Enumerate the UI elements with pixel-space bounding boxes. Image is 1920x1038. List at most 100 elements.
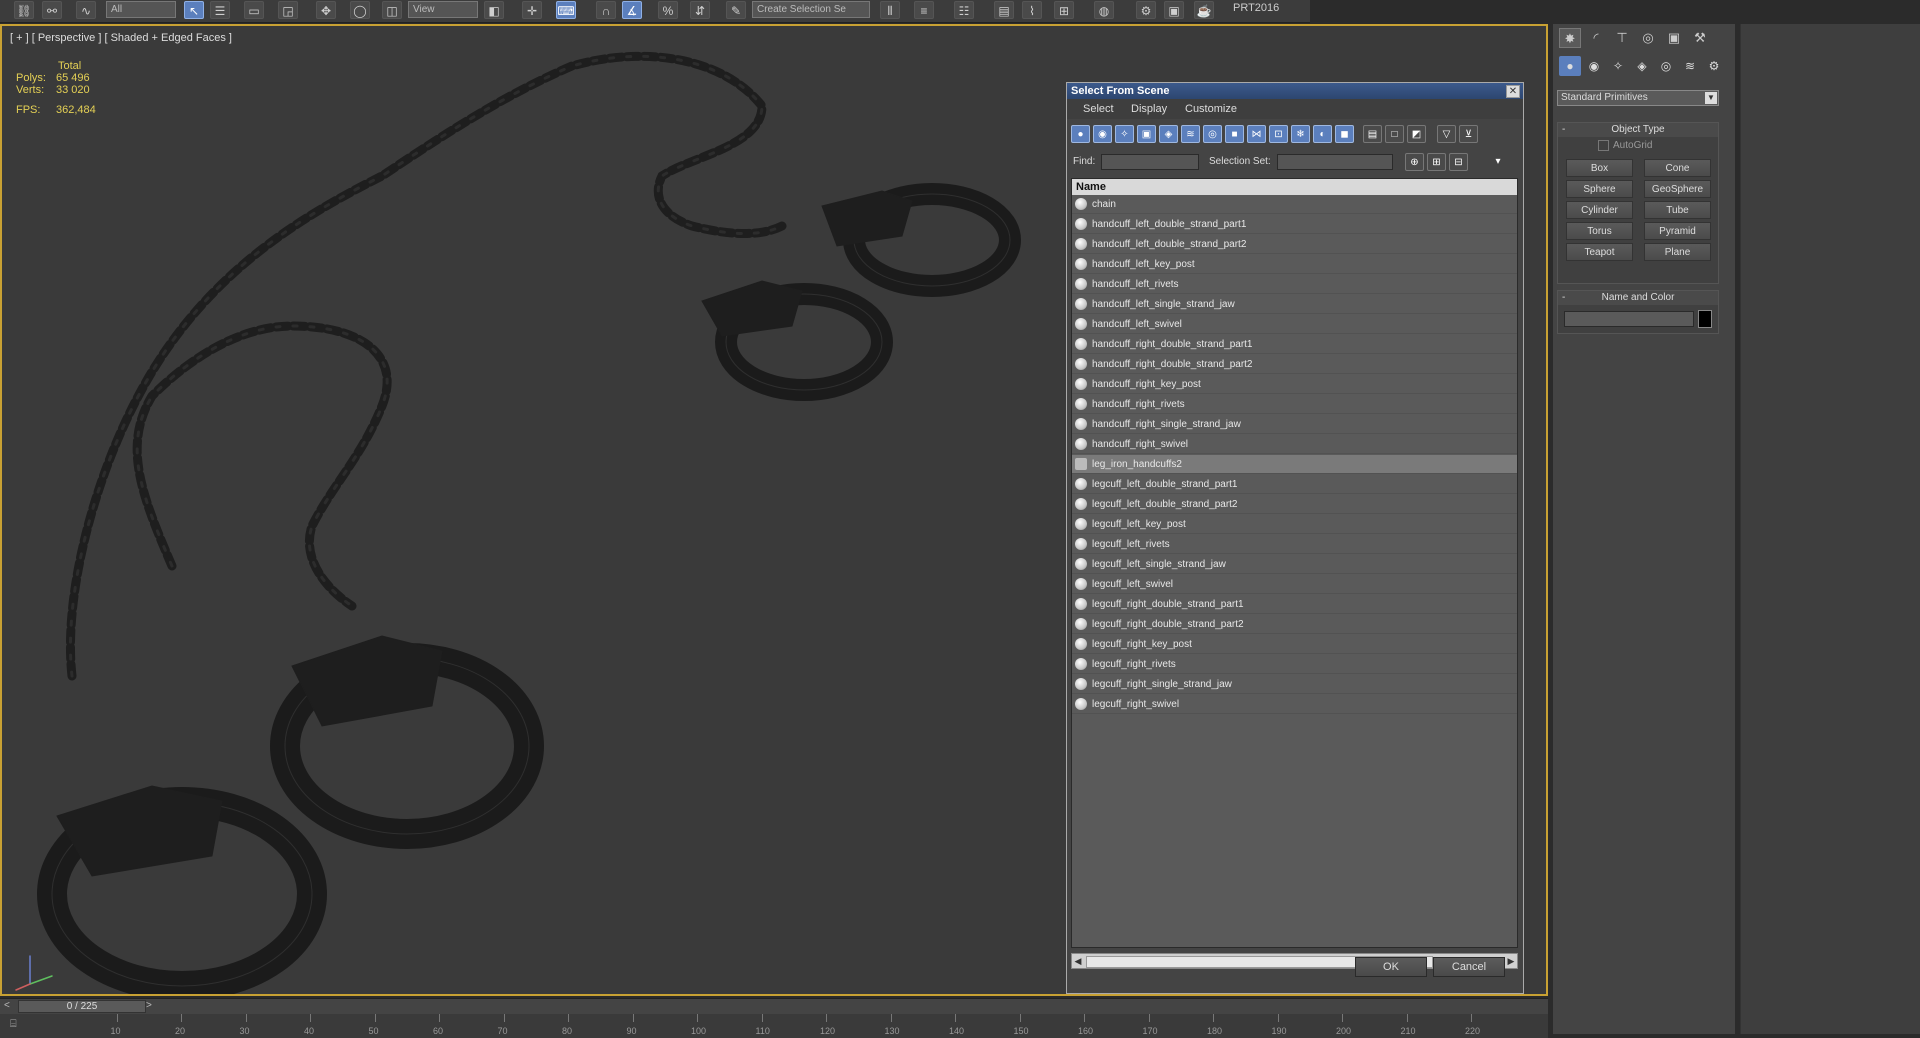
time-slider-thumb[interactable]: 0 / 225 [18, 1000, 146, 1013]
list-item[interactable]: legcuff_left_rivets [1072, 535, 1517, 554]
shapes-category-icon[interactable]: ◉ [1583, 56, 1605, 76]
utilities-tab-icon[interactable]: ⚒ [1689, 28, 1711, 48]
unlink-icon[interactable]: ⚯ [42, 1, 62, 19]
cylinder-button[interactable]: Cylinder [1566, 201, 1633, 219]
display-bones-icon[interactable]: ⋈ [1247, 125, 1266, 143]
plane-button[interactable]: Plane [1644, 243, 1711, 261]
render-setup-icon[interactable]: ⚙ [1136, 1, 1156, 19]
autogrid-checkbox[interactable]: AutoGrid [1598, 140, 1652, 151]
material-editor-icon[interactable]: ◍ [1094, 1, 1114, 19]
remove-from-selection-set-icon[interactable]: ⊟ [1449, 153, 1468, 171]
percent-snap-icon[interactable]: % [658, 1, 678, 19]
render-production-icon[interactable]: ☕ [1194, 1, 1214, 19]
list-item[interactable]: legcuff_right_double_strand_part1 [1072, 595, 1517, 614]
rotate-icon[interactable]: ◯ [350, 1, 370, 19]
window-crossing-icon[interactable]: ◲ [278, 1, 298, 19]
snaps-toggle-icon[interactable]: ∩ [596, 1, 616, 19]
select-manipulate-icon[interactable]: ✛ [522, 1, 542, 19]
display-all-icon[interactable]: ◼ [1335, 125, 1354, 143]
list-item[interactable]: chain [1072, 195, 1517, 214]
tube-button[interactable]: Tube [1644, 201, 1711, 219]
modify-tab-icon[interactable]: ◜ [1585, 28, 1607, 48]
perspective-viewport[interactable]: [ + ] [ Perspective ] [ Shaded + Edged F… [0, 24, 1548, 996]
display-lights-icon[interactable]: ✧ [1115, 125, 1134, 143]
create-tab-icon[interactable]: ✸ [1559, 28, 1581, 48]
filter-options-icon[interactable]: ⊻ [1459, 125, 1478, 143]
list-header-name[interactable]: Name [1072, 179, 1517, 195]
display-cameras-icon[interactable]: ▣ [1137, 125, 1156, 143]
spinner-snap-icon[interactable]: ⇵ [690, 1, 710, 19]
rect-region-icon[interactable]: ▭ [244, 1, 264, 19]
schematic-view-icon[interactable]: ⊞ [1054, 1, 1074, 19]
geosphere-button[interactable]: GeoSphere [1644, 180, 1711, 198]
list-item[interactable]: handcuff_left_double_strand_part2 [1072, 235, 1517, 254]
display-xrefs-icon[interactable]: ■ [1225, 125, 1244, 143]
select-link-icon[interactable]: ⛓ [14, 1, 34, 19]
list-item[interactable]: handcuff_right_key_post [1072, 375, 1517, 394]
list-item[interactable]: legcuff_left_double_strand_part1 [1072, 475, 1517, 494]
teapot-button[interactable]: Teapot [1566, 243, 1633, 261]
chevron-down-icon[interactable]: ▼ [1705, 92, 1717, 104]
motion-tab-icon[interactable]: ◎ [1637, 28, 1659, 48]
spacewarps-category-icon[interactable]: ≋ [1679, 56, 1701, 76]
list-item[interactable]: legcuff_left_single_strand_jaw [1072, 555, 1517, 574]
box-button[interactable]: Box [1566, 159, 1633, 177]
list-item[interactable]: handcuff_right_single_strand_jaw [1072, 415, 1517, 434]
angle-snap-icon[interactable]: ∡ [622, 1, 642, 19]
list-item[interactable]: handcuff_right_rivets [1072, 395, 1517, 414]
keyboard-shortcut-override-icon[interactable]: ⌨ [556, 1, 576, 19]
list-item[interactable]: handcuff_right_swivel [1072, 435, 1517, 454]
select-all-icon[interactable]: ▤ [1363, 125, 1382, 143]
list-item[interactable]: legcuff_right_single_strand_jaw [1072, 675, 1517, 694]
list-item[interactable]: handcuff_left_key_post [1072, 255, 1517, 274]
scale-icon[interactable]: ◫ [382, 1, 402, 19]
list-item[interactable]: handcuff_right_double_strand_part1 [1072, 335, 1517, 354]
geometry-category-icon[interactable]: ● [1559, 56, 1581, 76]
ok-button[interactable]: OK [1355, 957, 1427, 977]
display-spacewarps-icon[interactable]: ≋ [1181, 125, 1200, 143]
list-item[interactable]: handcuff_left_swivel [1072, 315, 1517, 334]
scroll-right-icon[interactable]: ▶ [1505, 954, 1517, 968]
edit-named-selection-icon[interactable]: ✎ [726, 1, 746, 19]
mirror-icon[interactable]: ⫴ [880, 1, 900, 19]
menu-select[interactable]: Select [1083, 103, 1114, 115]
filter-icon[interactable]: ▽ [1437, 125, 1456, 143]
list-item[interactable]: handcuff_left_rivets [1072, 275, 1517, 294]
list-item[interactable]: legcuff_right_swivel [1072, 695, 1517, 714]
list-item[interactable]: legcuff_right_key_post [1072, 635, 1517, 654]
list-item[interactable]: handcuff_left_double_strand_part1 [1072, 215, 1517, 234]
list-item[interactable]: handcuff_left_single_strand_jaw [1072, 295, 1517, 314]
list-item[interactable]: legcuff_right_double_strand_part2 [1072, 615, 1517, 634]
checkbox-icon[interactable] [1598, 140, 1609, 151]
track-bar[interactable]: ⌸ 10 20 30 40 50 60 70 80 90 100 110 120 130 140 150 16… [0, 1014, 1548, 1038]
display-tab-icon[interactable]: ▣ [1663, 28, 1685, 48]
select-object-icon[interactable]: ↖ [184, 1, 204, 19]
curve-editor-icon[interactable]: ⌇ [1022, 1, 1042, 19]
display-helpers-icon[interactable]: ◈ [1159, 125, 1178, 143]
add-to-selection-set-icon[interactable]: ⊞ [1427, 153, 1446, 171]
graphite-toolbar-icon[interactable]: ▤ [994, 1, 1014, 19]
torus-button[interactable]: Torus [1566, 222, 1633, 240]
object-name-input[interactable] [1564, 311, 1694, 327]
create-selection-set-icon[interactable]: ⊕ [1405, 153, 1424, 171]
pyramid-button[interactable]: Pyramid [1644, 222, 1711, 240]
cameras-category-icon[interactable]: ◈ [1631, 56, 1653, 76]
name-and-color-rollout-title[interactable]: - Name and Color [1558, 291, 1718, 305]
align-icon[interactable]: ≡ [914, 1, 934, 19]
hierarchy-tab-icon[interactable]: ⊤ [1611, 28, 1633, 48]
list-item[interactable]: legcuff_right_rivets [1072, 655, 1517, 674]
dialog-title[interactable]: Select From Scene [1067, 83, 1523, 99]
time-slider[interactable]: < 0 / 225 > [0, 998, 1548, 1015]
bind-spacewarp-icon[interactable]: ∿ [76, 1, 96, 19]
track-bar-toggle-icon[interactable]: ⌸ [10, 1018, 32, 1032]
list-item[interactable]: legcuff_left_key_post [1072, 515, 1517, 534]
cone-button[interactable]: Cone [1644, 159, 1711, 177]
scroll-left-icon[interactable]: ◀ [1072, 954, 1084, 968]
display-groups-icon[interactable]: ◎ [1203, 125, 1222, 143]
display-containers-icon[interactable]: ⊡ [1269, 125, 1288, 143]
selection-set-dropdown[interactable] [1277, 154, 1393, 170]
display-geometry-icon[interactable]: ● [1071, 125, 1090, 143]
display-hidden-icon[interactable]: ◐ [1313, 125, 1332, 143]
select-by-name-icon[interactable]: ☰ [210, 1, 230, 19]
reference-coordinate-dropdown[interactable]: View [408, 1, 478, 18]
